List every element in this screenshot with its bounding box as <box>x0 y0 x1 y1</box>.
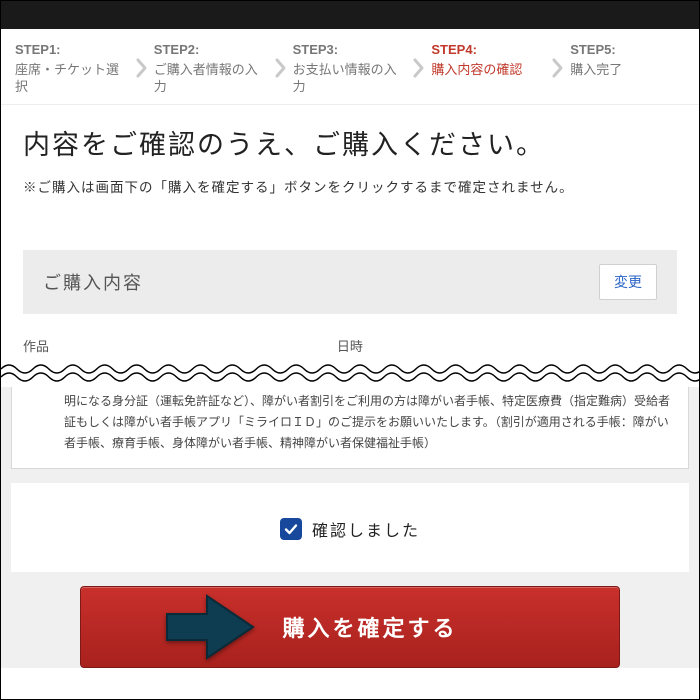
step-5-label: 購入完了 <box>570 61 681 79</box>
step-3-num: STEP3: <box>293 41 404 59</box>
change-button[interactable]: 変更 <box>599 264 657 300</box>
content-truncation-marker <box>1 361 699 387</box>
confirm-label: 確認しました <box>312 517 420 541</box>
chevron-right-icon <box>130 41 154 96</box>
chevron-right-icon <box>546 41 570 96</box>
step-5: STEP5: 購入完了 <box>570 41 685 96</box>
step-5-num: STEP5: <box>570 41 681 59</box>
checkbox-checked-icon[interactable] <box>280 518 302 540</box>
step-4-num: STEP4: <box>431 41 542 59</box>
purchase-table-header: 作品 日時 <box>1 314 699 361</box>
step-2-num: STEP2: <box>154 41 265 59</box>
page-title: 内容をご確認のうえ、ご購入ください。 <box>23 123 677 162</box>
step-4-label: 購入内容の確認 <box>431 61 542 79</box>
confirm-panel: 確認しました <box>11 483 689 572</box>
section-title: ご購入内容 <box>43 269 143 295</box>
step-2: STEP2: ご購入者情報の入力 <box>154 41 269 96</box>
step-1: STEP1: 座席・チケット選択 <box>15 41 130 96</box>
confirm-checkbox-row[interactable]: 確認しました <box>280 517 420 541</box>
step-1-label: 座席・チケット選択 <box>15 61 126 96</box>
step-1-num: STEP1: <box>15 41 126 59</box>
section-header-purchase: ご購入内容 変更 <box>23 250 677 314</box>
confirm-purchase-button[interactable]: 購入を確定する <box>80 586 620 668</box>
page-subnote: ※ご購入は画面下の「購入を確定する」ボタンをクリックするまで確定されません。 <box>23 176 677 196</box>
discount-notice-box: 明になる身分証（運転免許証など）、障がい者割引をご利用の方は障がい者手帳、特定医… <box>11 387 689 469</box>
step-3-label: お支払い情報の入力 <box>293 61 404 96</box>
column-header-work: 作品 <box>23 336 337 355</box>
step-4: STEP4: 購入内容の確認 <box>431 41 546 96</box>
step-3: STEP3: お支払い情報の入力 <box>293 41 408 96</box>
chevron-right-icon <box>407 41 431 96</box>
window-titlebar <box>1 1 699 29</box>
column-header-datetime: 日時 <box>337 336 677 355</box>
step-indicator: STEP1: 座席・チケット選択 STEP2: ご購入者情報の入力 STEP3:… <box>1 29 699 105</box>
step-2-label: ご購入者情報の入力 <box>154 61 265 96</box>
chevron-right-icon <box>269 41 293 96</box>
